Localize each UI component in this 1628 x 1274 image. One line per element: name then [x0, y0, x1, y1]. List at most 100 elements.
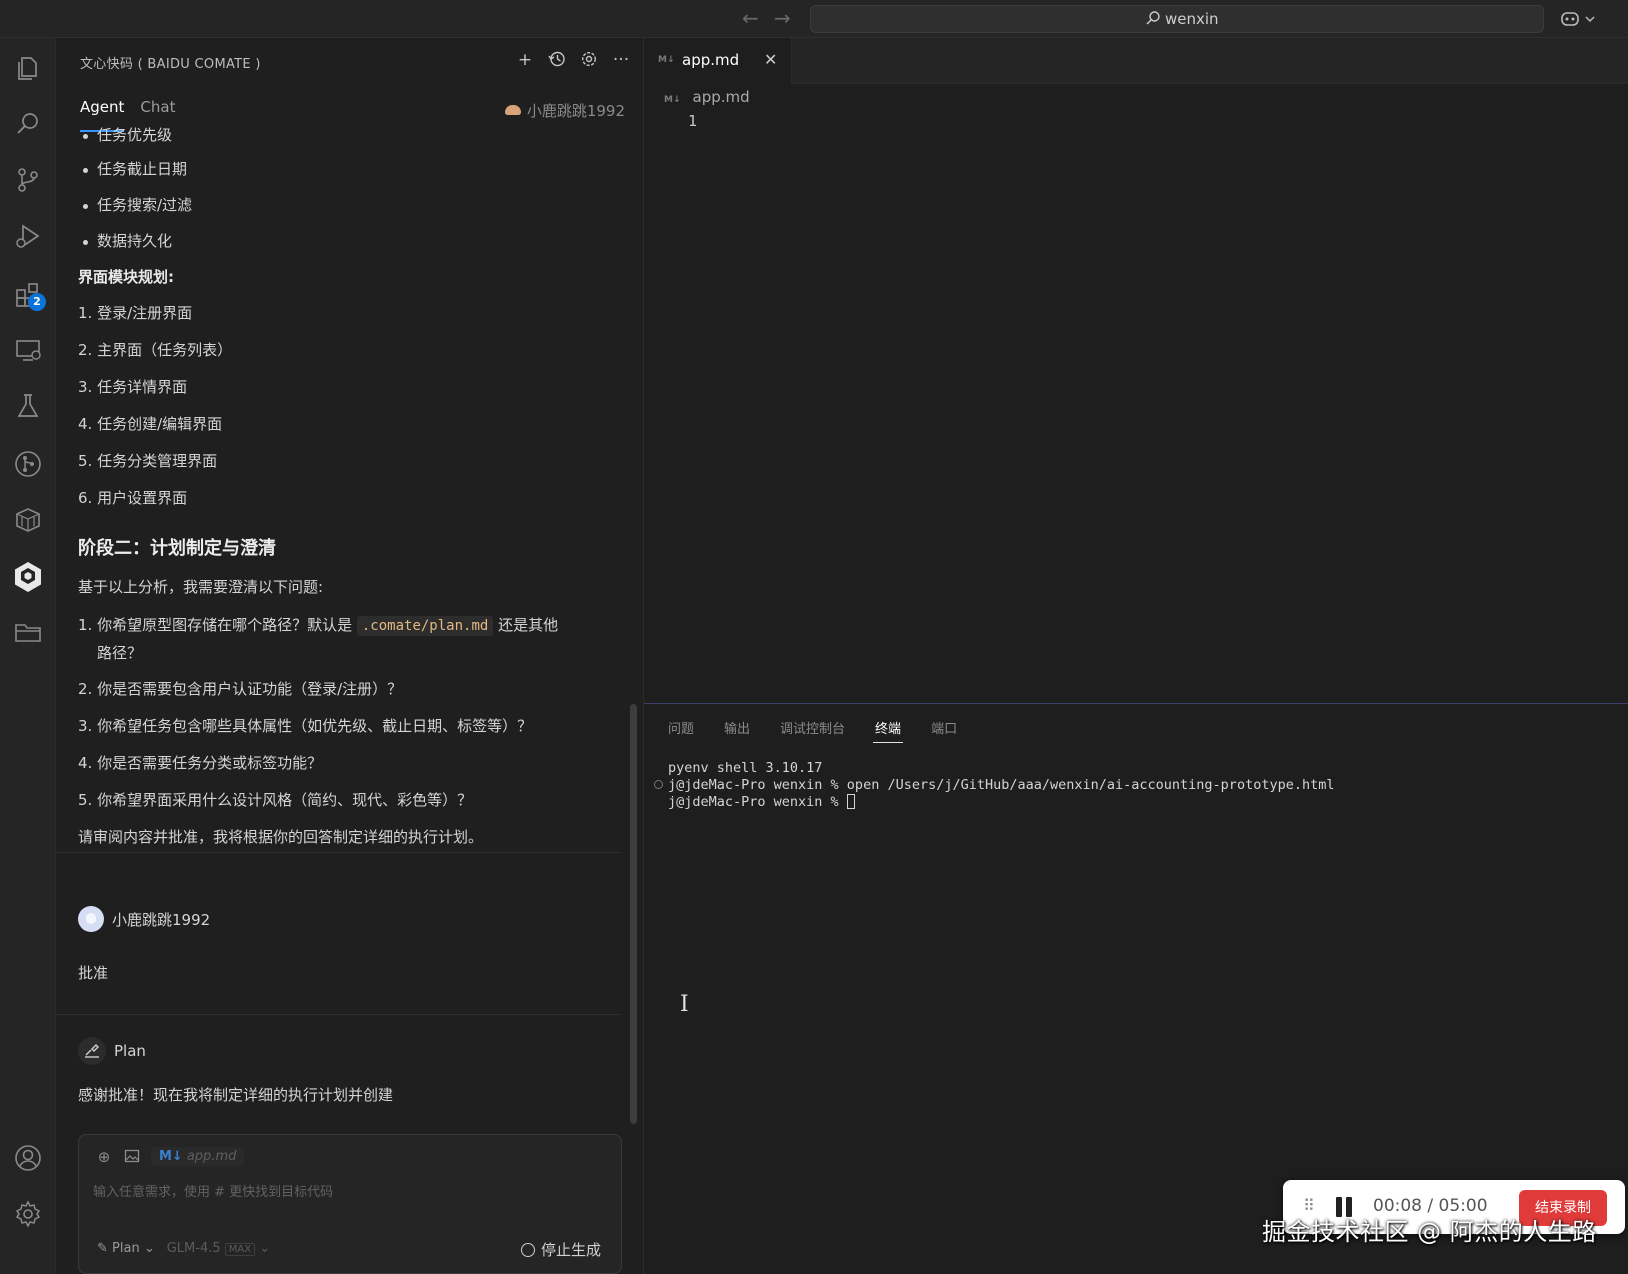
model-selector[interactable]: GLM-4.5 MAX ⌄ — [167, 1241, 270, 1256]
back-arrow-icon[interactable]: ← — [742, 8, 759, 28]
close-icon[interactable]: ✕ — [764, 50, 777, 69]
copilot-icon[interactable] — [1560, 10, 1600, 30]
explorer-icon[interactable] — [12, 52, 44, 84]
add-context-icon[interactable]: ⊕ — [95, 1148, 113, 1166]
history-icon[interactable] — [548, 50, 566, 70]
tab-output[interactable]: 输出 — [724, 718, 750, 737]
more-icon[interactable]: ··· — [612, 50, 630, 70]
search-icon — [1146, 11, 1160, 25]
command-decoration-icon[interactable] — [654, 780, 663, 789]
comate-side-panel: 文心快码 ( BAIDU COMATE ) + ··· Agent Chat 小… — [56, 38, 644, 1274]
user-badge-icon — [504, 105, 521, 115]
remote-explorer-icon[interactable] — [12, 334, 44, 366]
list-item: 4. 任务创建/编辑界面 — [78, 415, 223, 433]
stop-generation-button[interactable]: 停止生成 — [520, 1239, 601, 1260]
title-bar: ← → wenxin — [0, 0, 1628, 38]
question-text: 还是其他 — [498, 616, 559, 634]
settings-gear-icon[interactable] — [12, 1198, 44, 1230]
model-label: GLM-4.5 — [166, 1241, 221, 1256]
command-center-text: wenxin — [1165, 10, 1219, 28]
extensions-icon[interactable]: 2 — [12, 278, 46, 311]
git-graph-icon[interactable] — [12, 448, 44, 480]
list-item: 1. 登录/注册界面 — [78, 304, 193, 322]
list-item: 任务搜索/过滤 — [78, 193, 618, 229]
inline-code: .comate/plan.md — [356, 616, 494, 636]
chat-scrollbar[interactable] — [630, 704, 637, 1124]
side-panel-header: 文心快码 ( BAIDU COMATE ) + ··· — [56, 38, 643, 86]
message-divider — [56, 852, 622, 853]
question-text: 1. 你希望原型图存储在哪个路径？默认是 — [78, 616, 353, 634]
context-file-chip[interactable]: M↓ app.md — [151, 1147, 245, 1166]
question-text: 路径？ — [97, 644, 143, 662]
breadcrumb-file: app.md — [692, 88, 750, 106]
question-item: 5. 你希望界面采用什么设计风格（简约、现代、彩色等）？ — [78, 791, 473, 809]
tab-app-md[interactable]: M↓ app.md ✕ — [644, 38, 792, 84]
user-message-name: 小鹿跳跳1992 — [112, 910, 211, 929]
list-item: 数据持久化 — [78, 229, 618, 265]
tab-debug-console[interactable]: 调试控制台 — [780, 718, 845, 737]
intro-text: 基于以上分析，我需要澄清以下问题: — [78, 578, 324, 596]
context-file-name: app.md — [186, 1149, 237, 1164]
containers-icon[interactable] — [12, 504, 44, 536]
forward-arrow-icon[interactable]: → — [774, 8, 791, 28]
max-badge: MAX — [224, 1243, 256, 1256]
question-item: 1. 你希望原型图存储在哪个路径？默认是 .comate/plan.md 还是其… — [78, 612, 618, 667]
extensions-badge: 2 — [28, 293, 46, 311]
terminal-line: j@jdeMac-Pro wenxin % open /Users/j/GitH… — [668, 777, 1335, 793]
mode-selector[interactable]: ✎ Plan ⌄ — [97, 1241, 155, 1256]
terminal-output[interactable]: pyenv shell 3.10.17 j@jdeMac-Pro wenxin %… — [668, 760, 1334, 811]
ui-plan-heading: 界面模块规划: — [78, 268, 174, 286]
testing-icon[interactable] — [12, 390, 44, 422]
tab-title: app.md — [682, 51, 740, 69]
question-item: 2. 你是否需要包含用户认证功能（登录/注册）？ — [78, 680, 403, 698]
folder-icon[interactable] — [12, 616, 44, 648]
account-icon[interactable] — [12, 1142, 44, 1174]
tab-problems[interactable]: 问题 — [668, 718, 694, 737]
plan-name: Plan — [114, 1042, 146, 1060]
list-item: 任务优先级 — [78, 123, 618, 149]
list-item: 3. 任务详情界面 — [78, 378, 188, 396]
plan-message-text: 感谢批准！现在我将制定详细的执行计划并创建 — [78, 1086, 394, 1104]
comate-icon[interactable] — [12, 560, 44, 592]
panel-tabs: 问题 输出 调试控制台 终端 端口 — [668, 718, 957, 743]
text-cursor-icon: I — [680, 992, 689, 1017]
tab-terminal[interactable]: 终端 — [873, 718, 904, 743]
tab-agent[interactable]: Agent — [80, 98, 125, 132]
editor-area[interactable]: M↓ app.md ✕ M↓ app.md 1 — [644, 38, 1628, 703]
question-item: 4. 你是否需要任务分类或标签功能？ — [78, 754, 323, 772]
list-item: 2. 主界面（任务列表） — [78, 341, 233, 359]
stop-icon — [520, 1243, 535, 1257]
image-icon[interactable] — [123, 1148, 141, 1166]
activity-bar: 2 — [0, 38, 56, 1274]
user-profile[interactable]: 小鹿跳跳1992 — [504, 100, 625, 121]
terminal-prompt: j@jdeMac-Pro wenxin % — [668, 794, 847, 810]
line-number: 1 — [688, 112, 698, 130]
search-icon[interactable] — [12, 108, 44, 140]
list-item: 任务截止日期 — [78, 157, 618, 193]
question-item: 3. 你希望任务包含哪些具体属性（如优先级、截止日期、标签等）？ — [78, 717, 533, 735]
user-message-text: 批准 — [78, 964, 109, 982]
markdown-icon: M↓ — [159, 1149, 183, 1164]
command-center-search[interactable]: wenxin — [810, 5, 1544, 33]
gear-icon[interactable] — [580, 50, 598, 70]
list-item: 5. 任务分类管理界面 — [78, 452, 218, 470]
breadcrumb[interactable]: M↓ app.md — [664, 88, 750, 106]
source-control-icon[interactable] — [12, 164, 44, 196]
mode-label: Plan — [112, 1241, 140, 1256]
run-debug-icon[interactable] — [12, 220, 44, 252]
message-divider — [56, 1014, 622, 1015]
chat-input-box[interactable]: ⊕ M↓ app.md 输入任意需求，使用 # 更快找到目标代码 ✎ Plan ⌄… — [78, 1134, 622, 1274]
side-panel-title: 文心快码 ( BAIDU COMATE ) — [80, 57, 261, 72]
tab-chat[interactable]: Chat — [140, 98, 175, 126]
chat-input-placeholder[interactable]: 输入任意需求，使用 # 更快找到目标代码 — [93, 1181, 333, 1200]
list-item: 6. 用户设置界面 — [78, 489, 188, 507]
editor-tab-bar: M↓ app.md ✕ — [644, 38, 1628, 84]
side-panel-tabs: Agent Chat — [80, 98, 175, 132]
new-chat-icon[interactable]: + — [516, 50, 534, 70]
stop-label: 停止生成 — [540, 1241, 601, 1259]
plan-icon — [78, 1037, 106, 1065]
terminal-cursor — [846, 794, 855, 809]
tab-ports[interactable]: 端口 — [931, 718, 957, 737]
chat-transcript: 任务优先级 任务截止日期 任务搜索/过滤 数据持久化 界面模块规划: 1. 登录… — [78, 126, 618, 862]
section-heading: 阶段二：计划制定与澄清 — [78, 538, 276, 559]
